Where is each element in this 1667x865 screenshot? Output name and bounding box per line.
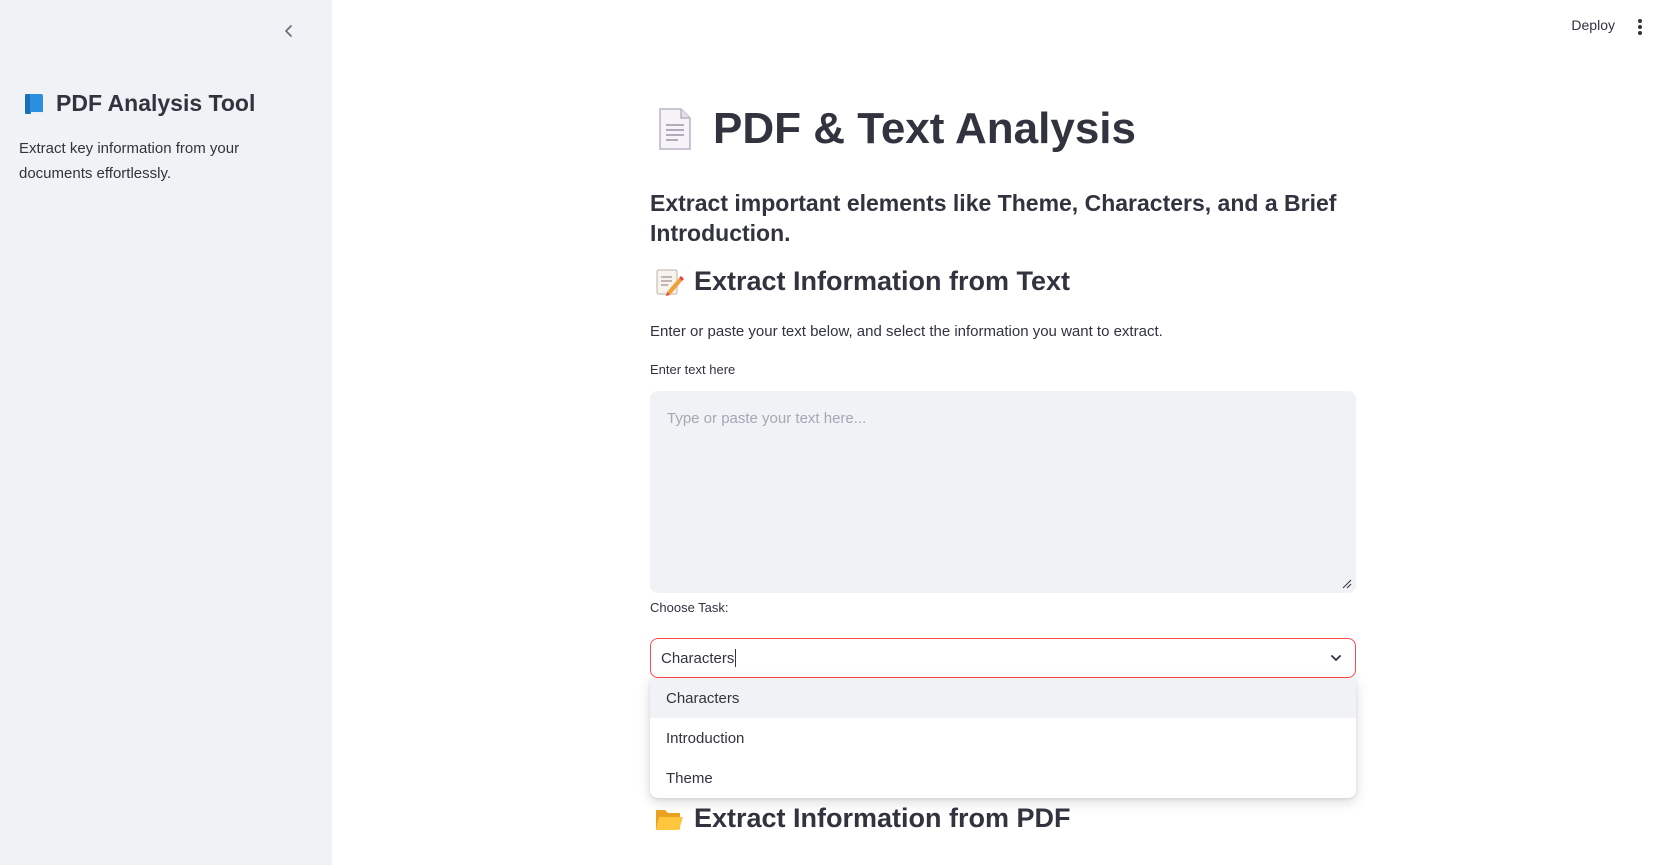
task-option-introduction[interactable]: Introduction	[650, 718, 1356, 758]
task-options-dropdown: Characters Introduction Theme	[650, 678, 1356, 798]
open-folder-icon	[654, 805, 684, 833]
sidebar: PDF Analysis Tool Extract key informatio…	[0, 0, 332, 865]
task-select[interactable]: Characters	[650, 638, 1356, 678]
main-menu-button[interactable]	[1635, 17, 1645, 37]
sidebar-title-text: PDF Analysis Tool	[56, 90, 256, 116]
collapse-sidebar-button[interactable]	[278, 20, 300, 42]
page-subtitle: Extract important elements like Theme, C…	[650, 190, 1337, 246]
memo-icon	[654, 267, 684, 297]
chevron-down-icon	[1329, 651, 1343, 665]
task-select-value: Characters	[661, 649, 735, 667]
sidebar-description: Extract key information from your docume…	[19, 140, 240, 182]
task-option-theme[interactable]: Theme	[650, 758, 1356, 798]
deploy-button[interactable]: Deploy	[1571, 17, 1615, 33]
resize-grip-icon[interactable]	[1342, 579, 1352, 589]
kebab-menu-icon	[1638, 19, 1642, 23]
blue-book-icon	[22, 92, 46, 116]
text-section-instructions: Enter or paste your text below, and sele…	[650, 323, 1163, 340]
task-option-characters[interactable]: Characters	[650, 678, 1356, 718]
text-input-label: Enter text here	[650, 362, 736, 377]
page-title: PDF & Text Analysis	[657, 104, 1136, 154]
page-document-icon	[657, 107, 693, 151]
text-cursor	[735, 649, 737, 667]
pdf-section-heading-text: Extract Information from PDF	[694, 803, 1071, 833]
task-select-label: Choose Task:	[650, 600, 729, 615]
chevron-left-icon	[285, 25, 292, 37]
page-title-text: PDF & Text Analysis	[713, 104, 1137, 153]
text-section-heading-text: Extract Information from Text	[694, 266, 1071, 296]
pdf-section-heading: Extract Information from PDF	[654, 803, 1071, 834]
top-toolbar: Deploy	[1367, 0, 1667, 54]
text-section-heading: Extract Information from Text	[654, 266, 1070, 297]
text-input-area[interactable]	[650, 391, 1356, 593]
sidebar-title: PDF Analysis Tool	[22, 90, 255, 117]
